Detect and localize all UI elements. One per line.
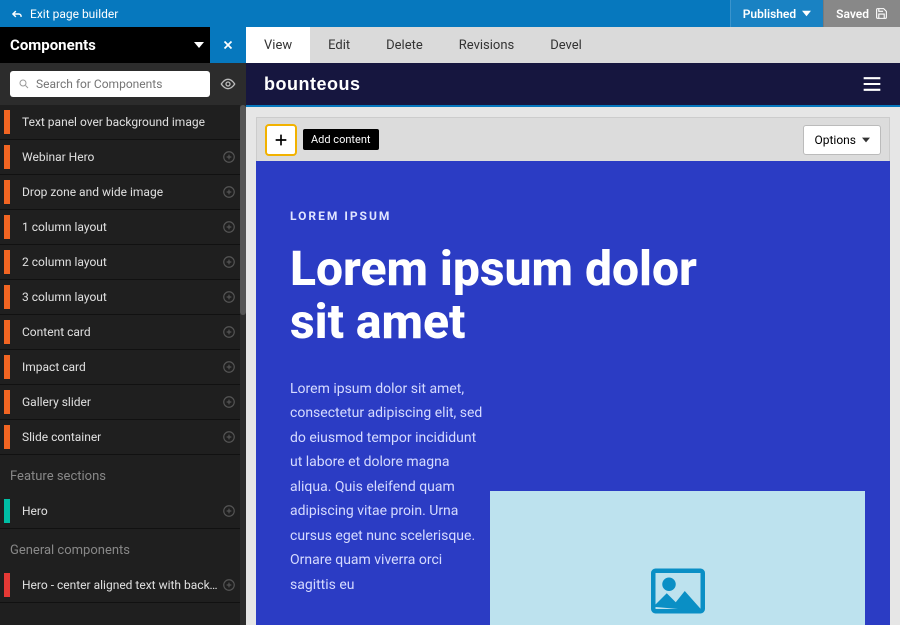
component-item[interactable]: Gallery slider [0, 385, 246, 420]
component-item[interactable]: Impact card [0, 350, 246, 385]
saved-status: Saved [823, 0, 900, 27]
back-icon [10, 7, 24, 21]
sidebar-search-row [0, 63, 246, 105]
published-dropdown[interactable]: Published [730, 0, 823, 27]
component-item-label: Hero [22, 504, 222, 518]
component-item[interactable]: 3 column layout [0, 280, 246, 315]
component-item-label: Content card [22, 325, 222, 339]
accent-bar [4, 425, 10, 449]
close-icon [221, 38, 235, 52]
add-circle-icon[interactable] [222, 578, 236, 592]
add-circle-icon[interactable] [222, 220, 236, 234]
workspace: Add content Options LOREM IPSUM Lorem ip… [246, 107, 900, 625]
component-item-label: 3 column layout [22, 290, 222, 304]
component-item-label: Text panel over background image [22, 115, 236, 129]
accent-bar [4, 320, 10, 344]
published-label: Published [743, 7, 796, 21]
tab-view[interactable]: View [246, 27, 310, 63]
accent-bar [4, 215, 10, 239]
add-circle-icon[interactable] [222, 255, 236, 269]
search-input[interactable] [36, 77, 202, 91]
sidebar-title: Components [10, 36, 194, 54]
component-item-label: Webinar Hero [22, 150, 222, 164]
tab-edit[interactable]: Edit [310, 27, 368, 63]
component-item-label: Impact card [22, 360, 222, 374]
accent-bar [4, 285, 10, 309]
component-item[interactable]: Hero - center aligned text with backgro.… [0, 568, 246, 603]
add-circle-icon[interactable] [222, 430, 236, 444]
component-list: Text panel over background image Webinar … [0, 105, 246, 625]
add-circle-icon[interactable] [222, 360, 236, 374]
search-input-wrap[interactable] [10, 71, 210, 97]
accent-bar [4, 390, 10, 414]
accent-bar [4, 145, 10, 169]
add-content-button[interactable] [265, 124, 297, 156]
component-item[interactable]: Content card [0, 315, 246, 350]
accent-bar [4, 355, 10, 379]
add-circle-icon[interactable] [222, 504, 236, 518]
accent-bar [4, 573, 10, 597]
sidebar-header: Components [0, 27, 246, 63]
search-icon [18, 78, 30, 90]
component-item-label: 2 column layout [22, 255, 222, 269]
hero-body: Lorem ipsum dolor sit amet, consectetur … [290, 377, 490, 598]
add-content-tooltip: Add content [303, 129, 379, 150]
component-item-label: Gallery slider [22, 395, 222, 409]
component-item[interactable]: Drop zone and wide image [0, 175, 246, 210]
component-item-label: 1 column layout [22, 220, 222, 234]
admin-top-bar: Exit page builder Published Saved [0, 0, 900, 27]
component-item-label: Slide container [22, 430, 222, 444]
add-circle-icon[interactable] [222, 150, 236, 164]
add-circle-icon[interactable] [222, 290, 236, 304]
exit-label: Exit page builder [30, 7, 118, 21]
page-tabs: ViewEditDeleteRevisionsDevel [246, 27, 900, 63]
add-circle-icon[interactable] [222, 325, 236, 339]
hero-heading: Lorem ipsum dolor sit amet [290, 243, 710, 349]
sidebar-close-button[interactable] [210, 27, 246, 63]
save-icon [875, 7, 888, 20]
accent-bar [4, 110, 10, 134]
saved-label: Saved [836, 7, 869, 21]
options-label: Options [814, 133, 856, 147]
layout-region: Add content Options LOREM IPSUM Lorem ip… [256, 117, 890, 625]
tab-revisions[interactable]: Revisions [441, 27, 532, 63]
caret-down-icon [802, 9, 811, 18]
accent-bar [4, 499, 10, 523]
component-item[interactable]: Hero [0, 494, 246, 529]
component-item[interactable]: 2 column layout [0, 245, 246, 280]
tab-delete[interactable]: Delete [368, 27, 441, 63]
exit-page-builder[interactable]: Exit page builder [0, 7, 128, 21]
add-circle-icon[interactable] [222, 395, 236, 409]
sidebar-group-heading: Feature sections [0, 455, 246, 494]
top-bar-right: Published Saved [730, 0, 900, 27]
component-item-label: Hero - center aligned text with backgro.… [22, 578, 222, 592]
components-sidebar: Components Text panel over background im… [0, 27, 246, 625]
canvas: ViewEditDeleteRevisionsDevel bounteous A… [246, 27, 900, 625]
component-item-label: Drop zone and wide image [22, 185, 222, 199]
sidebar-group-heading: General components [0, 529, 246, 568]
tab-devel[interactable]: Devel [532, 27, 600, 63]
hero-block[interactable]: LOREM IPSUM Lorem ipsum dolor sit amet L… [256, 161, 890, 625]
component-item[interactable]: Webinar Hero [0, 140, 246, 175]
region-toolbar: Add content Options [256, 117, 890, 161]
plus-icon [273, 132, 289, 148]
visibility-toggle-icon[interactable] [220, 76, 236, 92]
accent-bar [4, 180, 10, 204]
menu-icon[interactable] [862, 76, 882, 92]
component-item[interactable]: 1 column layout [0, 210, 246, 245]
collapse-icon[interactable] [194, 40, 204, 50]
add-circle-icon[interactable] [222, 185, 236, 199]
region-options-button[interactable]: Options [803, 125, 881, 155]
component-item[interactable]: Text panel over background image [0, 105, 246, 140]
component-item[interactable]: Slide container [0, 420, 246, 455]
hero-image-placeholder [490, 491, 865, 625]
accent-bar [4, 250, 10, 274]
site-header: bounteous [246, 63, 900, 107]
hero-kicker: LOREM IPSUM [290, 209, 856, 223]
brand-logo: bounteous [264, 74, 361, 95]
caret-down-icon [862, 136, 870, 144]
image-icon [651, 567, 705, 615]
